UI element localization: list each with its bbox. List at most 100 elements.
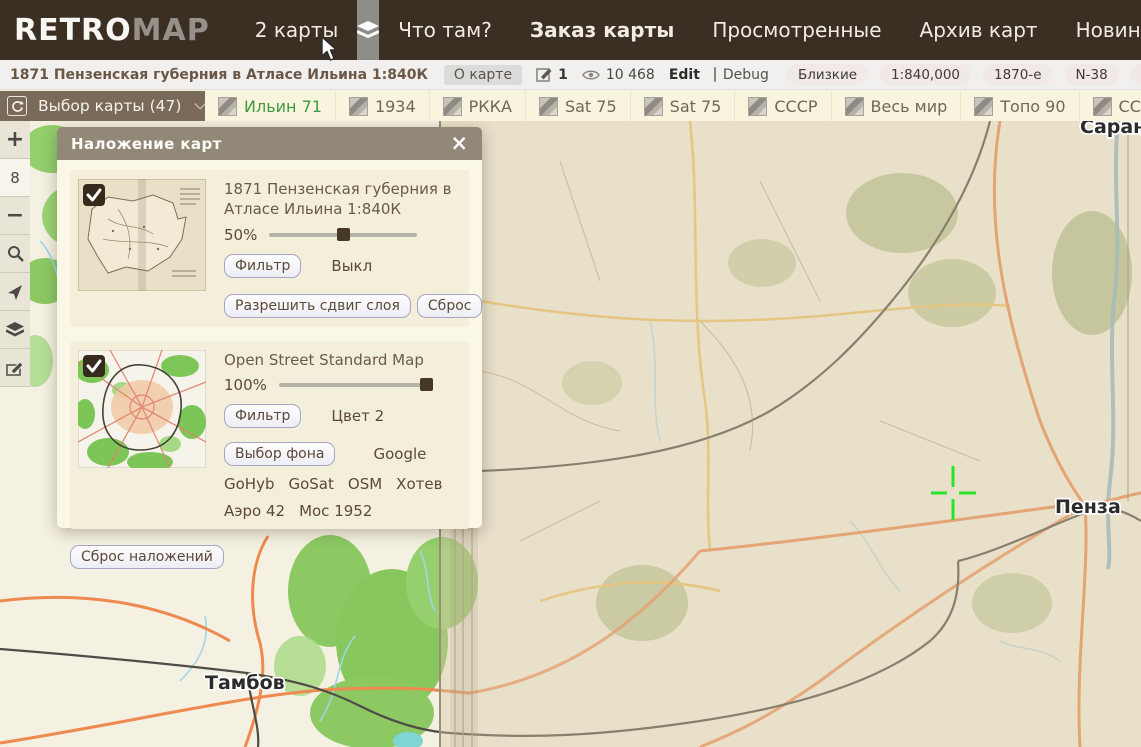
dialog-title: Наложение карт [71,135,222,153]
debug-checkbox[interactable] [714,67,716,82]
map-thumbnail [845,97,864,116]
opacity-slider-handle[interactable] [337,228,350,241]
map-thumbnail [349,97,368,116]
background-option-gosat[interactable]: GoSat [288,475,333,493]
map-selector-label: Выбор карты (47) [38,97,181,115]
tag-blizkie[interactable]: Близкие [787,64,868,85]
filter-button[interactable]: Фильтр [224,254,301,278]
location-arrow-icon [7,284,23,300]
views-count: 10 468 [606,67,655,83]
close-icon[interactable]: × [450,133,468,154]
layer-checkbox-1871[interactable] [83,184,105,206]
map-tab-sat75-a[interactable]: Sat 75 [526,91,631,121]
map-thumbnail [218,97,237,116]
nav-viewed[interactable]: Просмотренные [712,18,881,42]
opacity-slider-handle[interactable] [420,378,433,391]
layers-button[interactable] [0,311,30,349]
search-button[interactable] [0,235,30,273]
map-thumbnail [539,97,558,116]
search-icon [7,245,24,262]
opacity-value: 100% [224,376,267,394]
zoom-out-button[interactable]: − [0,197,30,235]
check-icon [84,356,104,376]
filter-button[interactable]: Фильтр [224,404,301,428]
map-thumbnail [443,97,462,116]
old-map-overlay [440,121,1141,747]
map-tab-bar: Выбор карты (47) Ильин 71 1934 РККА Sat … [0,91,1141,121]
map-tab-sat75-b[interactable]: Sat 75 [631,91,736,121]
layer-name: 1871 Пензенская губерния в Атласе Ильина… [224,179,461,220]
map-thumbnail [1093,97,1112,116]
layer-row-osm: Open Street Standard Map 100% Фильтр Цве… [70,341,469,529]
edits-count: 1 [558,67,568,83]
opacity-value: 50% [224,226,257,244]
tag-n38[interactable]: N-38 [1065,64,1119,85]
map-selector-dropdown[interactable]: Выбор карты (47) [0,91,205,121]
map-tab-rkka[interactable]: РККА [430,91,526,121]
nav-two-maps[interactable]: 2 карты [255,18,339,42]
zoom-in-button[interactable]: + [0,121,30,159]
eye-icon [582,69,600,81]
refresh-icon[interactable] [7,96,27,116]
tag-penza[interactable]: Пенза [1131,64,1141,85]
check-icon [84,185,104,205]
reset-overlays-button[interactable]: Сброс наложений [70,545,224,569]
map-thumbnail [644,97,663,116]
layers-icon [6,322,24,338]
background-option-khotev[interactable]: Хотев [396,475,442,493]
zoom-level-indicator: 8 [0,159,30,197]
map-toolbar: + 8 − [0,121,30,387]
city-label-penza: Пенза [1055,496,1121,518]
retromap-logo[interactable]: RETROMAP [14,13,210,48]
map-tab-topo90[interactable]: Топо 90 [961,91,1079,121]
map-thumbnail [748,97,767,116]
reset-layer-button[interactable]: Сброс [417,294,483,318]
about-map-button[interactable]: О карте [444,65,522,85]
tag-1870s[interactable]: 1870-е [983,64,1053,85]
background-option-aero42[interactable]: Аэро 42 [224,502,285,520]
nav-new-items[interactable]: Новинки [1076,18,1141,42]
edit-link[interactable]: Edit [669,67,700,83]
city-label-tambov: Тамбов [205,672,285,694]
map-tab-sssr[interactable]: СССР [735,91,831,121]
filter-value: Цвет 2 [331,407,384,425]
opacity-slider[interactable] [279,383,429,387]
locate-button[interactable] [0,273,30,311]
opacity-slider[interactable] [269,233,417,237]
background-select-button[interactable]: Выбор фона [224,442,335,466]
nav-what-is-there[interactable]: Что там? [398,18,492,42]
filter-value: Выкл [331,257,372,275]
tag-list: Близкие 1:840,000 1870-е N-38 Пенза Атла… [787,64,1141,85]
debug-label: Debug [723,67,769,83]
layer-name: Open Street Standard Map [224,350,461,370]
overlay-dialog: Наложение карт × [57,127,482,528]
map-info-bar: 1871 Пензенская губерния в Атласе Ильина… [0,60,1141,90]
background-option-gohyb[interactable]: GoHyb [224,475,274,493]
layer-checkbox-osm[interactable] [83,355,105,377]
current-map-title: 1871 Пензенская губерния в Атласе Ильина… [10,67,428,83]
nav-overlay-layers-button[interactable] [357,0,379,60]
layer-thumbnail-osm[interactable] [78,350,206,520]
layer-thumbnail-1871[interactable] [78,179,206,318]
retromap-app: Тамбов Пенза Саран + 8 − Наложение карт … [0,0,1141,747]
layers-icon [357,21,379,39]
nav-order-map[interactable]: Заказ карты [530,18,674,42]
map-thumbnail [974,97,993,116]
background-option-mos1952[interactable]: Мос 1952 [299,502,372,520]
map-tab-sssr-1km[interactable]: СССР 1км [1080,91,1141,121]
layer-row-1871: 1871 Пензенская губерния в Атласе Ильина… [70,170,469,327]
nav-map-archive[interactable]: Архив карт [920,18,1038,42]
top-nav: RETROMAP 2 карты Что там? Заказ карты Пр… [0,0,1141,60]
map-tab-ilyin71[interactable]: Ильин 71 [205,91,336,121]
map-tab-ves-mir[interactable]: Весь мир [832,91,962,121]
overlay-dialog-header[interactable]: Наложение карт × [57,127,482,160]
pencil-icon [6,360,24,376]
allow-layer-shift-button[interactable]: Разрешить сдвиг слоя [224,294,411,318]
draw-button[interactable] [0,349,30,387]
background-option-osm[interactable]: OSM [348,475,382,493]
tag-scale[interactable]: 1:840,000 [880,64,971,85]
city-label-saransk: Саран [1080,121,1141,138]
map-tab-1934[interactable]: 1934 [336,91,430,121]
background-value: Google [373,445,426,463]
edit-note-icon[interactable] [536,66,553,83]
